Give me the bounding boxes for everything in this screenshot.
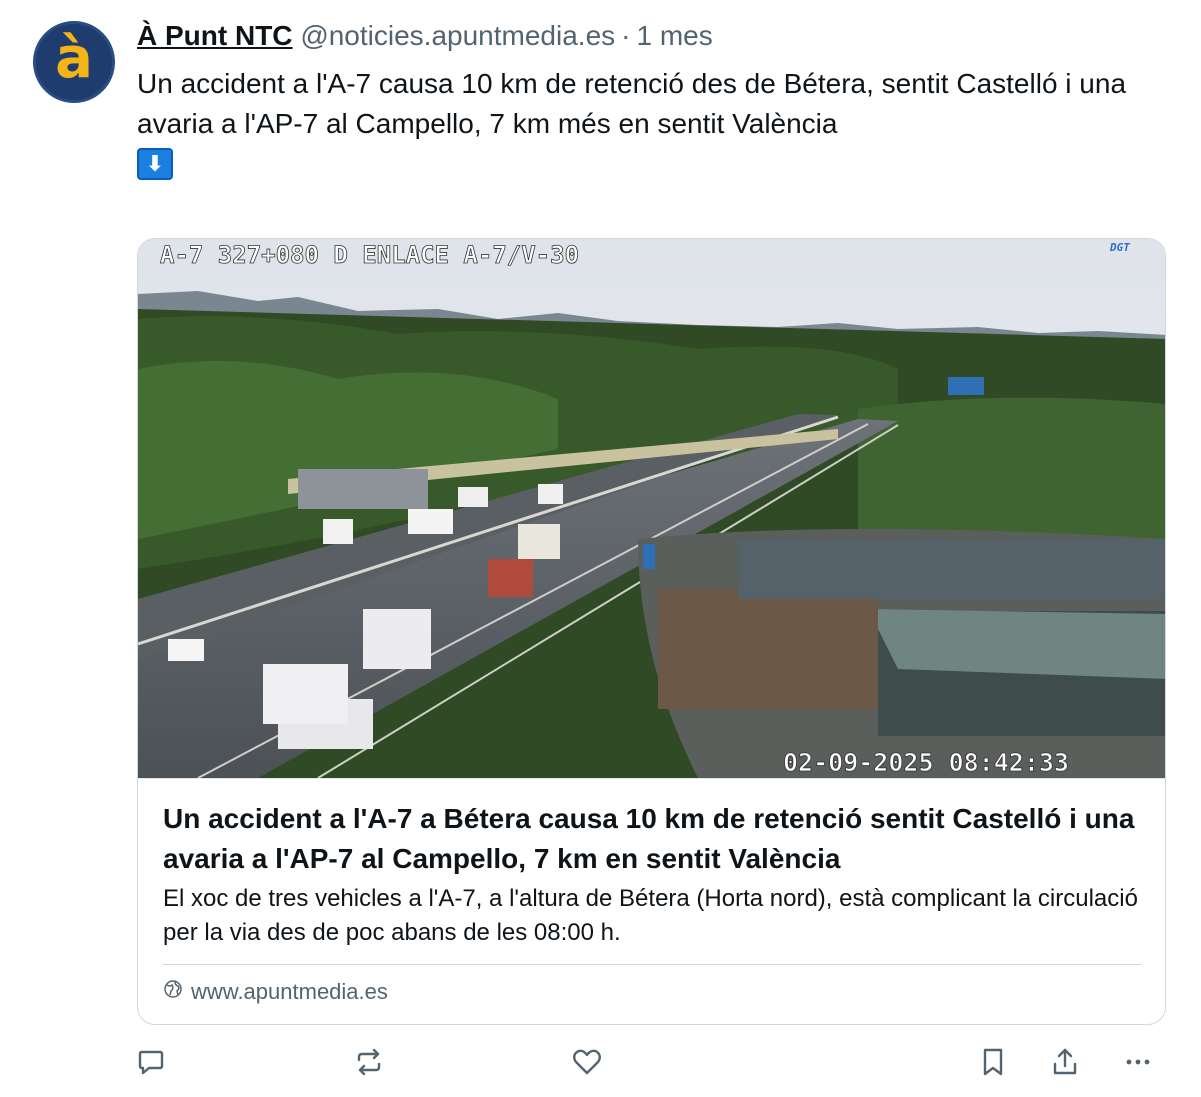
post-timestamp[interactable]: 1 mes	[636, 20, 712, 51]
author-name[interactable]: À Punt NTC	[137, 20, 293, 51]
share-button[interactable]	[1045, 1040, 1085, 1084]
repost-button[interactable]	[349, 1040, 389, 1084]
bookmark-button[interactable]	[973, 1040, 1013, 1084]
link-card-body[interactable]: Un accident a l'A-7 a Bétera causa 10 km…	[138, 778, 1165, 1024]
post-text: Un accident a l'A-7 causa 10 km de reten…	[137, 68, 1127, 139]
post-action-bar	[0, 1040, 1201, 1084]
link-card-domain: www.apuntmedia.es	[191, 979, 388, 1004]
speech-bubble-icon	[138, 1050, 164, 1075]
link-card[interactable]: A-7 327+080 D ENLACE A-7/V-30 DGT 02-09-…	[137, 238, 1166, 1025]
link-card-divider	[163, 964, 1142, 965]
separator-dot: ·	[621, 20, 631, 51]
post-header: À Punt NTC @noticies.apuntmedia.es · 1 mes	[137, 20, 713, 52]
link-card-domain-row[interactable]: www.apuntmedia.es	[163, 979, 388, 1005]
link-card-description: El xoc de tres vehicles a l'A-7, a l'alt…	[163, 885, 1138, 946]
ellipsis-icon	[1126, 1059, 1150, 1065]
camera-timestamp-overlay: 02-09-2025 08:42:33	[783, 748, 1069, 777]
down-arrow-emoji: ⬇	[137, 148, 173, 180]
globe-icon	[163, 979, 183, 1005]
link-card-image[interactable]: A-7 327+080 D ENLACE A-7/V-30 DGT 02-09-…	[138, 239, 1165, 778]
more-options-button[interactable]	[1118, 1040, 1158, 1084]
camera-location-overlay: A-7 327+080 D ENLACE A-7/V-30	[160, 241, 579, 269]
avatar-logo-glyph: à	[55, 26, 93, 91]
author-handle[interactable]: @noticies.apuntmedia.es	[300, 20, 615, 51]
bookmark-icon	[983, 1048, 1003, 1076]
repost-icon	[357, 1048, 381, 1076]
link-card-title[interactable]: Un accident a l'A-7 a Bétera causa 10 km…	[163, 799, 1148, 879]
dgt-logo-text: DGT	[1109, 241, 1130, 254]
share-icon	[1053, 1048, 1077, 1075]
like-button[interactable]	[567, 1040, 607, 1084]
reply-button[interactable]	[131, 1040, 171, 1084]
author-avatar[interactable]: à	[33, 21, 115, 103]
heart-icon	[573, 1049, 601, 1075]
